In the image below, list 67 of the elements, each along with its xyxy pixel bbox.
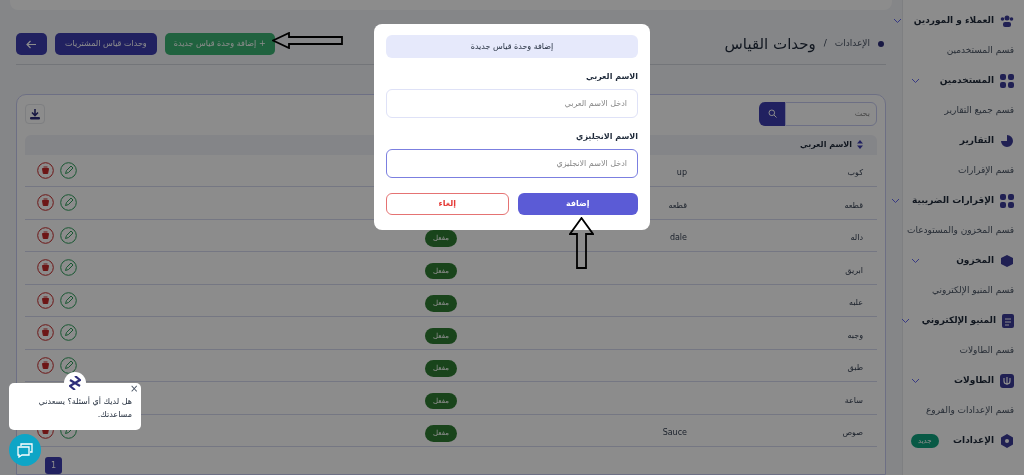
sidebar-item[interactable]: العملاء و الموردين bbox=[913, 14, 994, 28]
pie-chart-icon bbox=[1000, 134, 1014, 148]
arrow-left-icon bbox=[26, 39, 37, 49]
table-cell: داله bbox=[850, 233, 863, 243]
chevron-down-icon[interactable] bbox=[891, 198, 901, 204]
table-cell: صوص bbox=[842, 428, 863, 438]
box-icon bbox=[1000, 254, 1014, 268]
chevron-down-icon[interactable] bbox=[911, 258, 920, 264]
cancel-button[interactable]: إلغاء bbox=[386, 193, 509, 215]
sidebar-item[interactable]: الطاولات bbox=[954, 374, 994, 388]
table-cell: قطعه bbox=[844, 200, 863, 210]
download-icon[interactable] bbox=[29, 107, 41, 120]
table-cell: وجبه bbox=[847, 330, 863, 340]
chat-message: هل لديك أي أسئلة؟ يسعدني مساعدتك. bbox=[37, 395, 132, 421]
sidebar-section-label: قسم الإعدادات والفروع bbox=[924, 404, 1014, 418]
chevron-down-icon[interactable] bbox=[911, 78, 920, 84]
annotation-arrow bbox=[569, 217, 594, 269]
modal-title: إضافة وحدة قياس جديدة bbox=[386, 35, 638, 58]
table-cell: طبق bbox=[847, 363, 863, 373]
table-cell: Sauce bbox=[662, 428, 687, 438]
table-cell: قطعه bbox=[668, 200, 687, 210]
breadcrumb-separator: / bbox=[823, 37, 827, 51]
grid-icon bbox=[1000, 194, 1014, 208]
table-cell: كوب bbox=[847, 168, 863, 178]
chevron-down-icon[interactable] bbox=[892, 18, 902, 24]
purchase-units-button[interactable]: وحدات قياس المشتريات bbox=[55, 33, 157, 56]
field-label: الاسم العربي bbox=[586, 71, 638, 83]
chevron-down-icon[interactable] bbox=[911, 378, 920, 384]
page-button[interactable]: 1 bbox=[45, 457, 62, 474]
sidebar-item[interactable]: المستخدمين bbox=[939, 74, 994, 88]
sidebar-section-label: قسم جميع التقارير bbox=[943, 104, 1014, 118]
search-icon bbox=[767, 109, 777, 118]
table-cell: ساعة bbox=[844, 395, 863, 405]
search-field[interactable]: بحث bbox=[785, 101, 877, 126]
sort-icon[interactable] bbox=[857, 140, 863, 149]
page-title: وحدات القياس bbox=[724, 33, 816, 55]
annotation-arrow bbox=[272, 32, 344, 49]
grid-icon bbox=[1000, 74, 1014, 88]
column-header: الاسم العربي bbox=[800, 138, 852, 151]
settings-icon bbox=[1000, 434, 1014, 448]
breadcrumb-link[interactable]: الإعدادات bbox=[834, 37, 870, 51]
sidebar-item[interactable]: التقارير bbox=[959, 134, 994, 148]
table-cell: علبه bbox=[848, 298, 863, 308]
users-icon bbox=[1000, 15, 1014, 27]
close-button[interactable]: × bbox=[130, 384, 139, 394]
document-icon bbox=[1002, 314, 1014, 328]
sidebar-item[interactable]: الإقرارات الضريبية bbox=[912, 194, 994, 208]
sidebar-section-label: قسم المنيو الإلكتروني bbox=[931, 284, 1014, 298]
chat-logo-icon bbox=[69, 376, 81, 390]
chat-icon bbox=[17, 442, 33, 458]
table-cell: dale bbox=[669, 233, 687, 243]
submit-button[interactable]: إضافة bbox=[517, 193, 638, 215]
table-cell: ابريق bbox=[845, 265, 863, 275]
sidebar-section-label: قسم المستخدمين bbox=[945, 44, 1014, 58]
field-label: الاسم الانجليزي bbox=[576, 131, 638, 143]
fork-icon bbox=[1000, 374, 1014, 388]
table-cell: up bbox=[676, 168, 687, 178]
edit-icon[interactable] bbox=[60, 356, 77, 374]
sidebar-item[interactable]: المنيو الإلكتروني bbox=[921, 314, 996, 328]
search-button[interactable] bbox=[759, 101, 785, 126]
sidebar-section-label: قسم الإقرارات bbox=[957, 164, 1014, 178]
sidebar-item[interactable]: الإعدادات bbox=[953, 434, 994, 448]
input-field[interactable]: ادخل الاسم الانجليزي bbox=[386, 149, 638, 178]
sidebar-section-label: قسم الطاولات bbox=[958, 344, 1014, 358]
sidebar-item[interactable]: المخزون bbox=[956, 254, 994, 268]
chevron-down-icon[interactable] bbox=[900, 318, 910, 324]
back-button[interactable] bbox=[16, 33, 47, 56]
